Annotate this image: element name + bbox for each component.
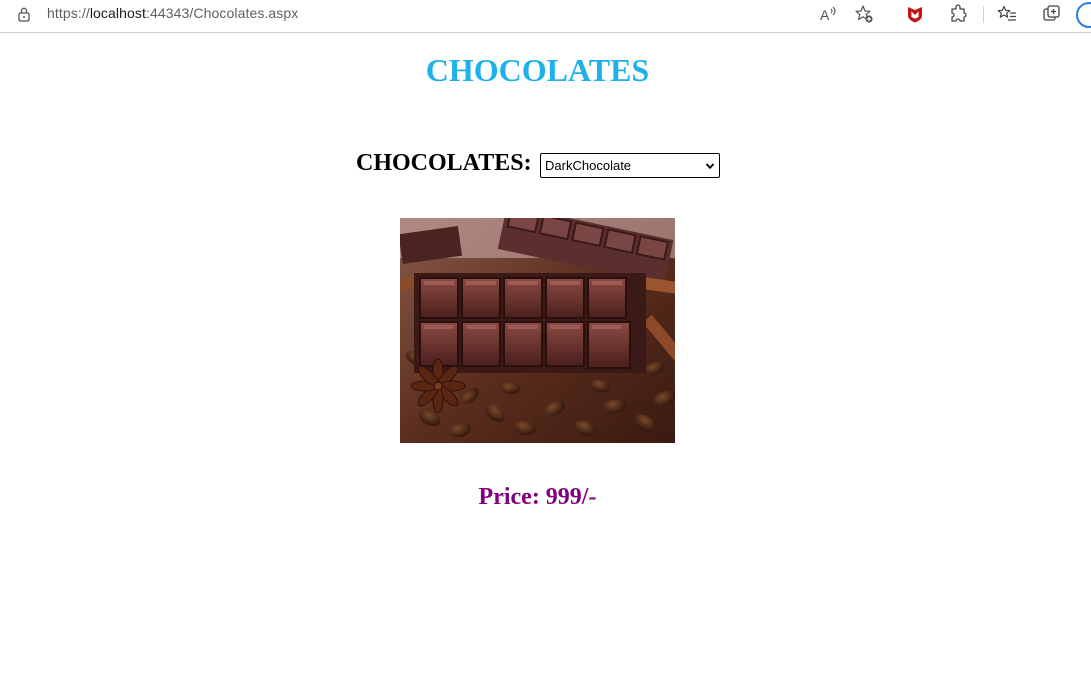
svg-text:A: A bbox=[820, 7, 830, 23]
extensions-icon[interactable] bbox=[949, 4, 969, 24]
browser-toolbar: https://localhost:44343/Chocolates.aspx … bbox=[0, 0, 1091, 33]
selector-label: CHOCOLATES: bbox=[356, 150, 532, 176]
read-aloud-icon[interactable]: A bbox=[818, 4, 838, 24]
price-label: Price: 999/- bbox=[478, 484, 597, 510]
mcafee-extension-icon[interactable] bbox=[905, 4, 925, 24]
page-title: CHOCOLATES bbox=[425, 52, 650, 88]
add-favorite-icon[interactable] bbox=[854, 4, 874, 24]
chocolate-dropdown[interactable]: DarkChocolate bbox=[540, 153, 721, 178]
toolbar-separator bbox=[983, 6, 984, 23]
lock-icon[interactable] bbox=[17, 6, 31, 22]
collections-icon[interactable] bbox=[1042, 4, 1062, 24]
favorites-icon[interactable] bbox=[997, 4, 1017, 24]
chevron-down-icon bbox=[705, 163, 715, 170]
chocolate-selector-row: CHOCOLATES: DarkChocolate bbox=[356, 150, 721, 180]
chocolate-image bbox=[400, 218, 675, 443]
address-bar[interactable]: https://localhost:44343/Chocolates.aspx bbox=[0, 0, 886, 28]
profile-avatar[interactable] bbox=[1076, 2, 1091, 28]
selected-option: DarkChocolate bbox=[545, 158, 632, 173]
url-text[interactable]: https://localhost:44343/Chocolates.aspx bbox=[47, 5, 298, 21]
